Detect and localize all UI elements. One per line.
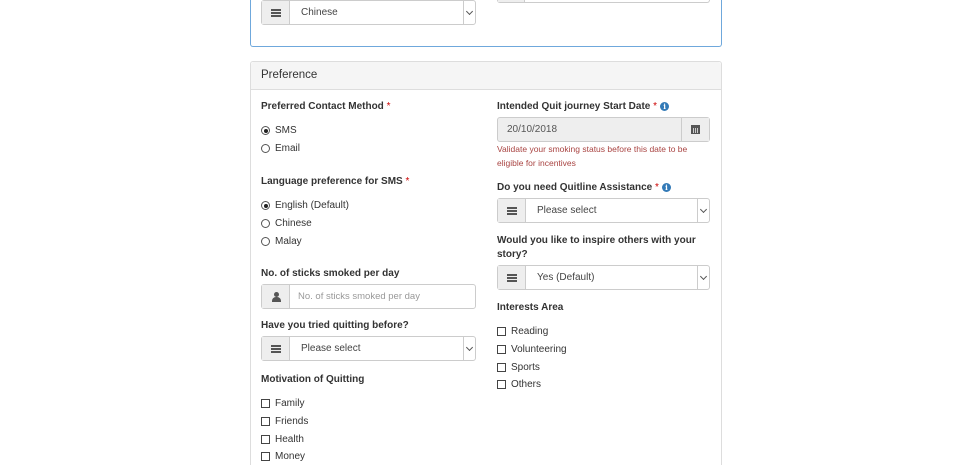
- motivation-friends-checkbox[interactable]: Friends: [261, 416, 308, 427]
- inspire-others-label: Would you like to inspire others with yo…: [497, 235, 696, 260]
- contact-method-sms-radio[interactable]: SMS: [261, 125, 297, 136]
- contact-method-email-radio[interactable]: Email: [261, 143, 300, 154]
- quit-start-date-value: 20/10/2018: [507, 124, 558, 135]
- interest-reading-checkbox[interactable]: Reading: [497, 326, 548, 337]
- chevron-down-icon: [463, 337, 475, 360]
- motivation-label: Motivation of Quitting: [261, 374, 365, 385]
- inspire-others-select[interactable]: Yes (Default): [497, 265, 710, 290]
- chevron-down-icon: [697, 199, 709, 222]
- language-select-value: Chinese: [301, 7, 338, 18]
- quit-start-date-label: Intended Quit journey Start Date * i: [497, 100, 670, 114]
- motivation-family-checkbox[interactable]: Family: [261, 398, 304, 409]
- user-icon: [271, 291, 281, 302]
- language-select[interactable]: Chinese: [261, 0, 476, 25]
- chevron-down-icon: [463, 1, 475, 24]
- sticks-per-day-field[interactable]: [261, 284, 476, 309]
- sms-language-label: Language preference for SMS *: [261, 176, 410, 187]
- preference-panel-title: Preference: [251, 62, 721, 90]
- preference-panel: Preference Preferred Contact Method * SM…: [250, 61, 722, 465]
- sms-language-malay-radio[interactable]: Malay: [261, 236, 302, 247]
- interest-others-checkbox[interactable]: Others: [497, 379, 541, 390]
- sms-language-english-radio[interactable]: English (Default): [261, 200, 349, 211]
- sticks-per-day-label: No. of sticks smoked per day: [261, 268, 400, 279]
- list-icon: [506, 206, 517, 215]
- calendar-button[interactable]: [681, 118, 709, 141]
- list-icon: [270, 344, 281, 353]
- sms-language-chinese-radio[interactable]: Chinese: [261, 218, 312, 229]
- motivation-money-checkbox[interactable]: Money: [261, 451, 305, 462]
- sticks-per-day-input[interactable]: [290, 285, 475, 308]
- calendar-icon: [691, 125, 700, 134]
- list-icon: [270, 8, 281, 17]
- motivation-health-checkbox[interactable]: Health: [261, 434, 304, 445]
- tried-quitting-value: Please select: [301, 343, 361, 354]
- quit-start-date-field[interactable]: 20/10/2018: [497, 117, 710, 142]
- list-icon: [506, 273, 517, 282]
- quitline-assistance-value: Please select: [537, 205, 597, 216]
- quitline-assistance-label: Do you need Quitline Assistance * i: [497, 181, 671, 195]
- interest-sports-checkbox[interactable]: Sports: [497, 362, 540, 373]
- contact-method-label: Preferred Contact Method *: [261, 101, 391, 112]
- interests-label: Interests Area: [497, 302, 564, 313]
- info-icon[interactable]: i: [661, 183, 671, 192]
- chevron-down-icon: [697, 266, 709, 289]
- previous-section-panel: Chinese: [250, 0, 722, 47]
- quit-start-date-error: Validate your smoking status before this…: [497, 144, 688, 168]
- quitline-assistance-select[interactable]: Please select: [497, 198, 710, 223]
- inspire-others-value: Yes (Default): [537, 272, 595, 283]
- interest-volunteering-checkbox[interactable]: Volunteering: [497, 344, 567, 355]
- info-icon[interactable]: i: [660, 102, 670, 111]
- tried-quitting-select[interactable]: Please select: [261, 336, 476, 361]
- previous-field-input[interactable]: [497, 0, 710, 3]
- tried-quitting-label: Have you tried quitting before?: [261, 320, 409, 331]
- list-icon-addon: [262, 1, 290, 24]
